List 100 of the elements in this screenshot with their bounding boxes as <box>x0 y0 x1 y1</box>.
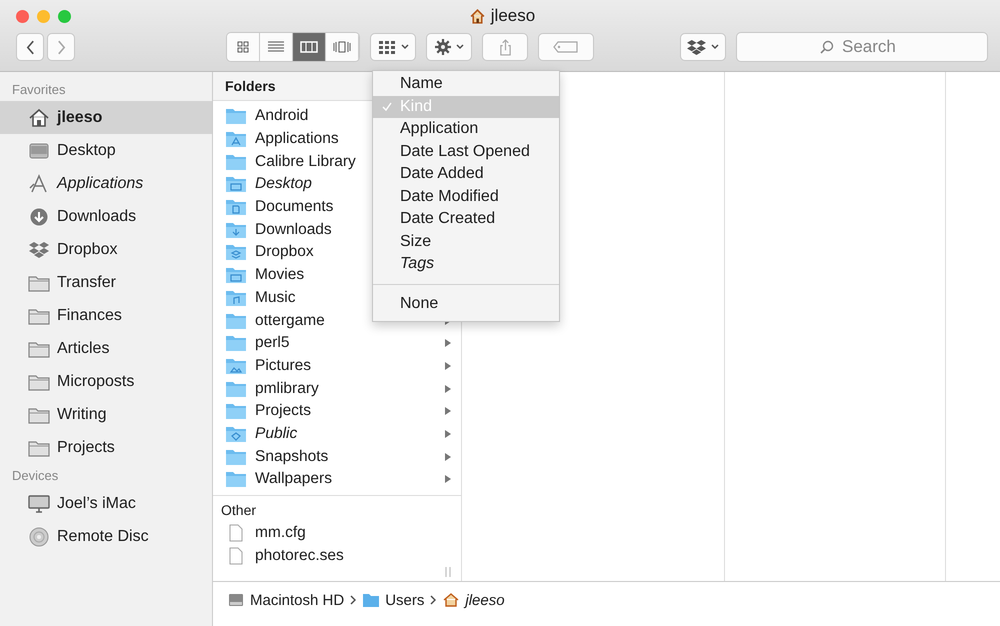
close-button[interactable] <box>16 10 29 22</box>
resize-handle-icon[interactable] <box>445 567 451 577</box>
disclosure-arrow-icon <box>445 430 451 438</box>
list-view-icon <box>266 40 286 54</box>
folder-name: Public <box>255 424 298 443</box>
file-name: mm.cfg <box>255 524 306 542</box>
folder-name: perl5 <box>255 334 290 352</box>
desktop-folder-icon <box>225 175 247 194</box>
disc-icon <box>28 526 50 546</box>
sidebar-item[interactable]: jleeso <box>0 101 212 134</box>
folder-icon <box>225 470 247 488</box>
path-segment-label: Macintosh HD <box>250 592 344 608</box>
folder-icon <box>225 312 247 330</box>
folder-icon <box>362 592 380 608</box>
sidebar-item[interactable]: Projects <box>0 431 212 464</box>
sidebar-item-label: Downloads <box>57 208 136 226</box>
folder-row[interactable]: Pictures <box>213 354 461 378</box>
sidebar-item[interactable]: Desktop <box>0 134 212 167</box>
folder-name: Projects <box>255 402 311 420</box>
search-input[interactable]: Search <box>840 36 904 58</box>
path-segment[interactable]: Macintosh HD <box>227 592 344 608</box>
sidebar-item-label: jleeso <box>57 108 102 126</box>
folder-icon <box>225 152 247 171</box>
dropbox-folder-icon <box>225 243 247 262</box>
menu-item[interactable]: Date Modified <box>373 186 559 208</box>
folder-name: Applications <box>255 130 339 148</box>
sidebar-item-label: Microposts <box>57 372 134 390</box>
downloads-folder-icon <box>225 220 247 239</box>
sidebar-item-label: Articles <box>57 340 110 358</box>
menu-item[interactable]: None <box>373 292 559 315</box>
sidebar-section-heading: Devices <box>11 467 60 485</box>
sidebar-item[interactable]: Applications <box>0 167 212 200</box>
back-button[interactable] <box>16 33 44 61</box>
folder-name: Pictures <box>255 356 311 375</box>
menu-item[interactable]: Tags <box>373 253 559 276</box>
menu-item[interactable]: Date Created <box>373 208 559 230</box>
path-segment-label: Users <box>385 592 424 608</box>
folder-name: pmlibrary <box>255 380 319 398</box>
sidebar-section-heading: Favorites <box>11 81 66 99</box>
action-button[interactable] <box>426 33 472 61</box>
folder-row[interactable]: Projects <box>213 400 461 423</box>
dropbox-button[interactable] <box>680 33 726 61</box>
folder-icon <box>225 380 247 398</box>
sidebar-item-label: Desktop <box>57 142 116 160</box>
section-heading: Other <box>220 500 258 520</box>
folder-row[interactable]: Snapshots <box>213 445 461 468</box>
columns-view-button[interactable] <box>293 33 326 61</box>
sidebar-item-label: Joel’s iMac <box>57 494 136 512</box>
folder-name: Calibre Library <box>255 152 356 171</box>
folder-row[interactable]: perl5 <box>213 332 461 355</box>
path-segment-label: jleeso <box>465 592 505 608</box>
menu-item[interactable]: Date Added <box>373 163 559 186</box>
home-icon <box>468 8 486 24</box>
folder-icon <box>225 107 247 126</box>
imac-icon <box>28 494 50 514</box>
sidebar-item[interactable]: Downloads <box>0 200 212 233</box>
search-field[interactable]: Search <box>736 32 988 62</box>
menu-item[interactable]: Application <box>373 118 559 140</box>
menu-item[interactable]: Size <box>373 230 559 253</box>
folder-name: Desktop <box>255 175 312 194</box>
sidebar-item-label: Dropbox <box>57 240 118 258</box>
forward-chevron-icon <box>56 40 66 54</box>
sidebar-item[interactable]: Joel’s iMac <box>0 487 212 520</box>
folder-row[interactable]: Public <box>213 422 461 446</box>
sidebar-item-label: Transfer <box>57 274 116 292</box>
home-icon <box>28 108 50 128</box>
caret-icon <box>400 44 408 50</box>
gear-icon <box>434 39 450 55</box>
folder-name: Documents <box>255 198 334 216</box>
folder-name: Dropbox <box>255 243 314 262</box>
sidebar-item-label: Applications <box>57 174 144 192</box>
chevron-icon <box>350 595 356 605</box>
tag-icon <box>553 41 579 53</box>
folder-name: Movies <box>255 266 304 284</box>
sidebar-item[interactable]: Remote Disc <box>0 520 212 553</box>
path-segment[interactable]: jleeso <box>442 592 505 608</box>
folder-name: Downloads <box>255 220 332 239</box>
file-row[interactable]: mm.cfg <box>213 522 461 544</box>
home-icon <box>442 592 460 608</box>
file-row[interactable]: photorec.ses <box>213 544 461 568</box>
arrange-button[interactable] <box>370 33 416 61</box>
search-icon <box>820 40 834 54</box>
path-segment[interactable]: Users <box>362 592 424 608</box>
sidebar-item-label: Remote Disc <box>57 528 149 546</box>
sidebar-item[interactable]: Microposts <box>0 365 212 398</box>
folder-row[interactable]: Wallpapers <box>213 468 461 491</box>
folder-row[interactable]: pmlibrary <box>213 377 461 400</box>
sidebar-item[interactable]: Finances <box>0 299 212 332</box>
sidebar-item[interactable]: Articles <box>0 332 212 365</box>
sidebar-item[interactable]: Dropbox <box>0 233 212 266</box>
coverflow-view-button[interactable] <box>326 33 359 61</box>
icons-view-button[interactable] <box>227 33 260 61</box>
sidebar-item-label: Finances <box>57 306 122 324</box>
disclosure-arrow-icon <box>445 475 451 484</box>
disclosure-arrow-icon <box>445 452 451 461</box>
menu-item[interactable]: Date Last Opened <box>373 140 559 163</box>
disclosure-arrow-icon <box>445 362 451 370</box>
list-view-button[interactable] <box>260 33 293 61</box>
sidebar-item[interactable]: Transfer <box>0 266 212 299</box>
sidebar-item[interactable]: Writing <box>0 398 212 431</box>
